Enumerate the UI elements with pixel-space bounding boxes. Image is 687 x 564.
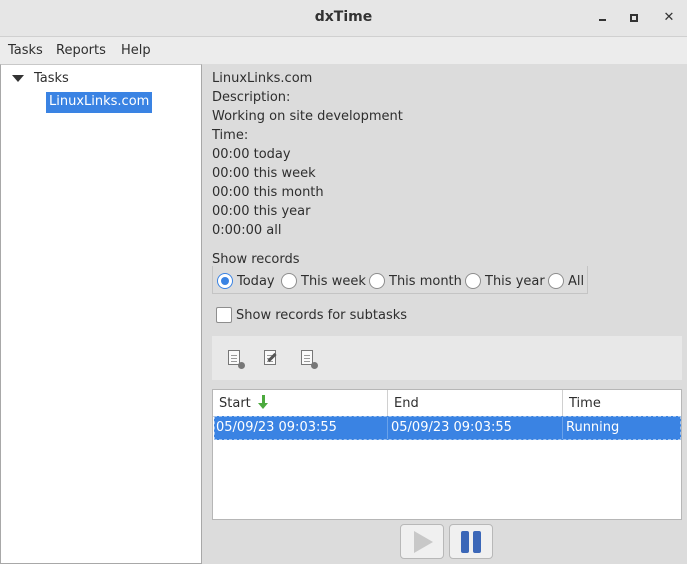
radio-label: Today [237, 274, 275, 289]
menu-bar: Tasks Reports Help [0, 37, 687, 64]
description-label: Description: [212, 90, 291, 105]
expand-arrow-icon[interactable] [12, 75, 24, 82]
column-header-end[interactable]: End [388, 390, 563, 417]
radio-label: This week [301, 274, 366, 289]
remove-badge-icon [311, 362, 318, 369]
menu-reports[interactable]: Reports [56, 43, 106, 58]
checkbox-box [216, 307, 232, 323]
tree-root-tasks[interactable]: Tasks [34, 71, 69, 86]
minimize-icon [599, 19, 606, 21]
pause-button[interactable] [449, 524, 493, 559]
radio-label: This year [485, 274, 545, 289]
window-title: dxTime [314, 9, 373, 25]
radio-circle [217, 273, 233, 289]
radio-label: This month [389, 274, 462, 289]
time-today: 00:00 today [212, 147, 291, 162]
record-toolbar [212, 336, 682, 380]
add-badge-icon [238, 362, 245, 369]
cell-time: Running [566, 420, 620, 435]
maximize-icon [630, 14, 638, 22]
play-button[interactable] [400, 524, 444, 559]
radio-circle [465, 273, 481, 289]
cell-start: 05/09/23 09:03:55 [216, 420, 337, 435]
column-header-label: Start [219, 396, 251, 411]
table-row[interactable]: 05/09/23 09:03:55 05/09/23 09:03:55 Runn… [214, 416, 681, 440]
close-icon: ✕ [663, 10, 675, 25]
time-all: 0:00:00 all [212, 223, 282, 238]
show-records-label: Show records [212, 252, 300, 267]
radio-circle [548, 273, 564, 289]
play-icon [414, 531, 433, 553]
edit-record-icon[interactable] [263, 350, 279, 367]
show-subtasks-label: Show records for subtasks [236, 308, 408, 323]
close-button[interactable]: ✕ [660, 9, 678, 27]
delete-record-icon[interactable] [300, 350, 318, 369]
time-week: 00:00 this week [212, 166, 316, 181]
menu-help[interactable]: Help [121, 43, 151, 58]
time-label: Time: [212, 128, 249, 143]
column-header-label: End [394, 396, 419, 411]
cell-end: 05/09/23 09:03:55 [391, 420, 512, 435]
radio-label: All [568, 274, 585, 289]
minimize-button[interactable] [594, 9, 612, 27]
menu-tasks[interactable]: Tasks [8, 43, 43, 58]
time-year: 00:00 this year [212, 204, 311, 219]
description-value: Working on site development [212, 109, 403, 124]
column-header-label: Time [569, 396, 601, 411]
time-month: 00:00 this month [212, 185, 324, 200]
column-header-time[interactable]: Time [563, 390, 681, 417]
radio-circle [369, 273, 385, 289]
sort-down-icon [258, 395, 269, 411]
add-record-icon[interactable] [227, 350, 245, 369]
tree-item-linuxlinks[interactable]: LinuxLinks.com [46, 92, 153, 113]
task-name: LinuxLinks.com [212, 71, 313, 86]
task-tree: Tasks LinuxLinks.com [0, 64, 202, 564]
radio-circle [281, 273, 297, 289]
maximize-button[interactable] [626, 9, 644, 27]
column-header-start[interactable]: Start [213, 390, 388, 417]
records-table: Start End Time 05/09/23 09:03:55 05/09/2… [212, 389, 682, 520]
title-bar: dxTime ✕ [0, 0, 687, 37]
